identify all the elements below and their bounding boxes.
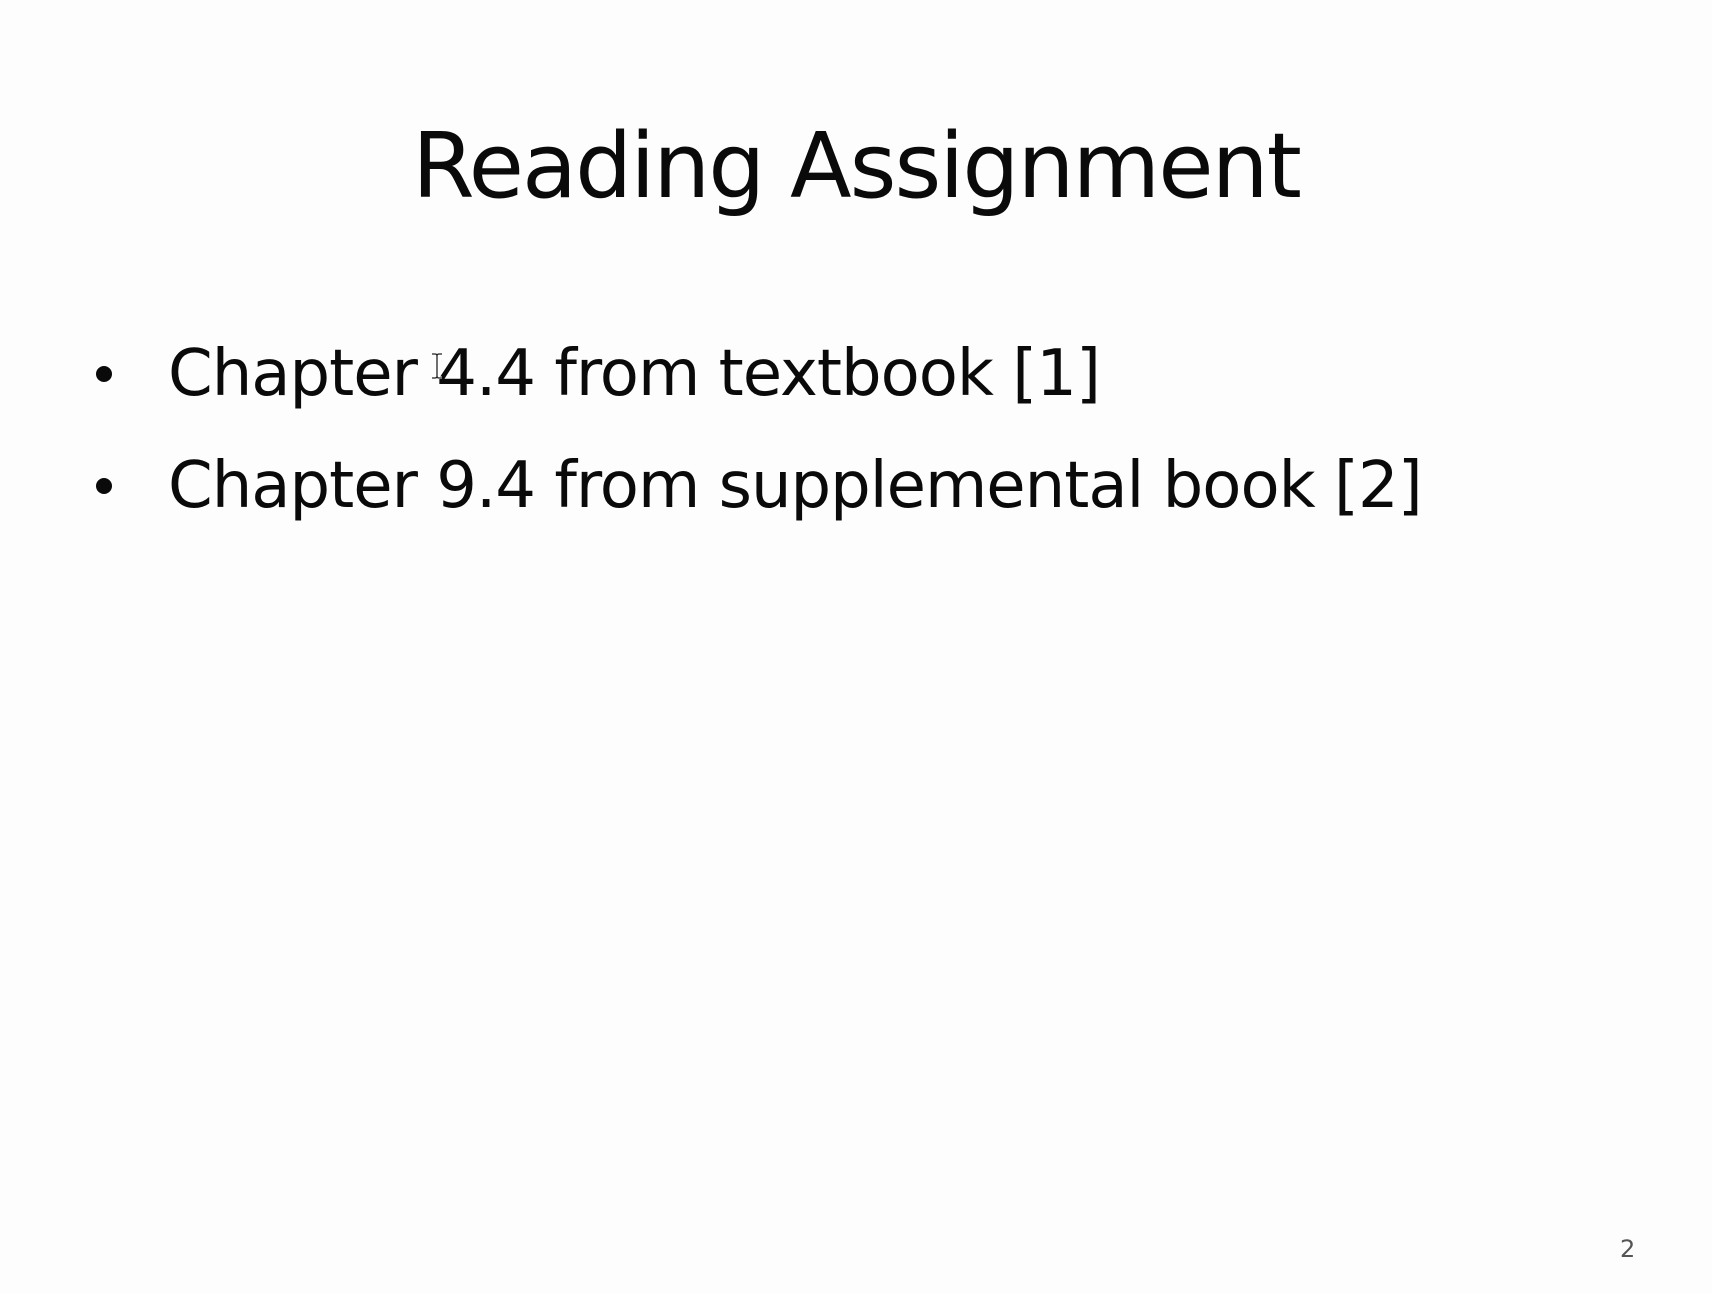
- bullet-text: Chapter 4.4 from textbook [1]: [168, 337, 1101, 411]
- slide: Reading Assignment Chapter 4.4 from text…: [0, 0, 1712, 1294]
- list-item: Chapter 4.4 from textbook [1]: [96, 318, 1422, 430]
- bullet-icon: [96, 366, 112, 382]
- slide-title: Reading Assignment: [412, 114, 1302, 219]
- text-cursor-icon: [432, 353, 442, 379]
- list-item: Chapter 9.4 from supplemental book [2]: [96, 430, 1423, 542]
- bullet-text: Chapter 9.4 from supplemental book [2]: [168, 449, 1423, 523]
- page-number: 2: [1620, 1235, 1636, 1263]
- bullet-list: Chapter 4.4 from textbook [1] Chapter 9.…: [96, 318, 1423, 542]
- bullet-icon: [96, 478, 112, 494]
